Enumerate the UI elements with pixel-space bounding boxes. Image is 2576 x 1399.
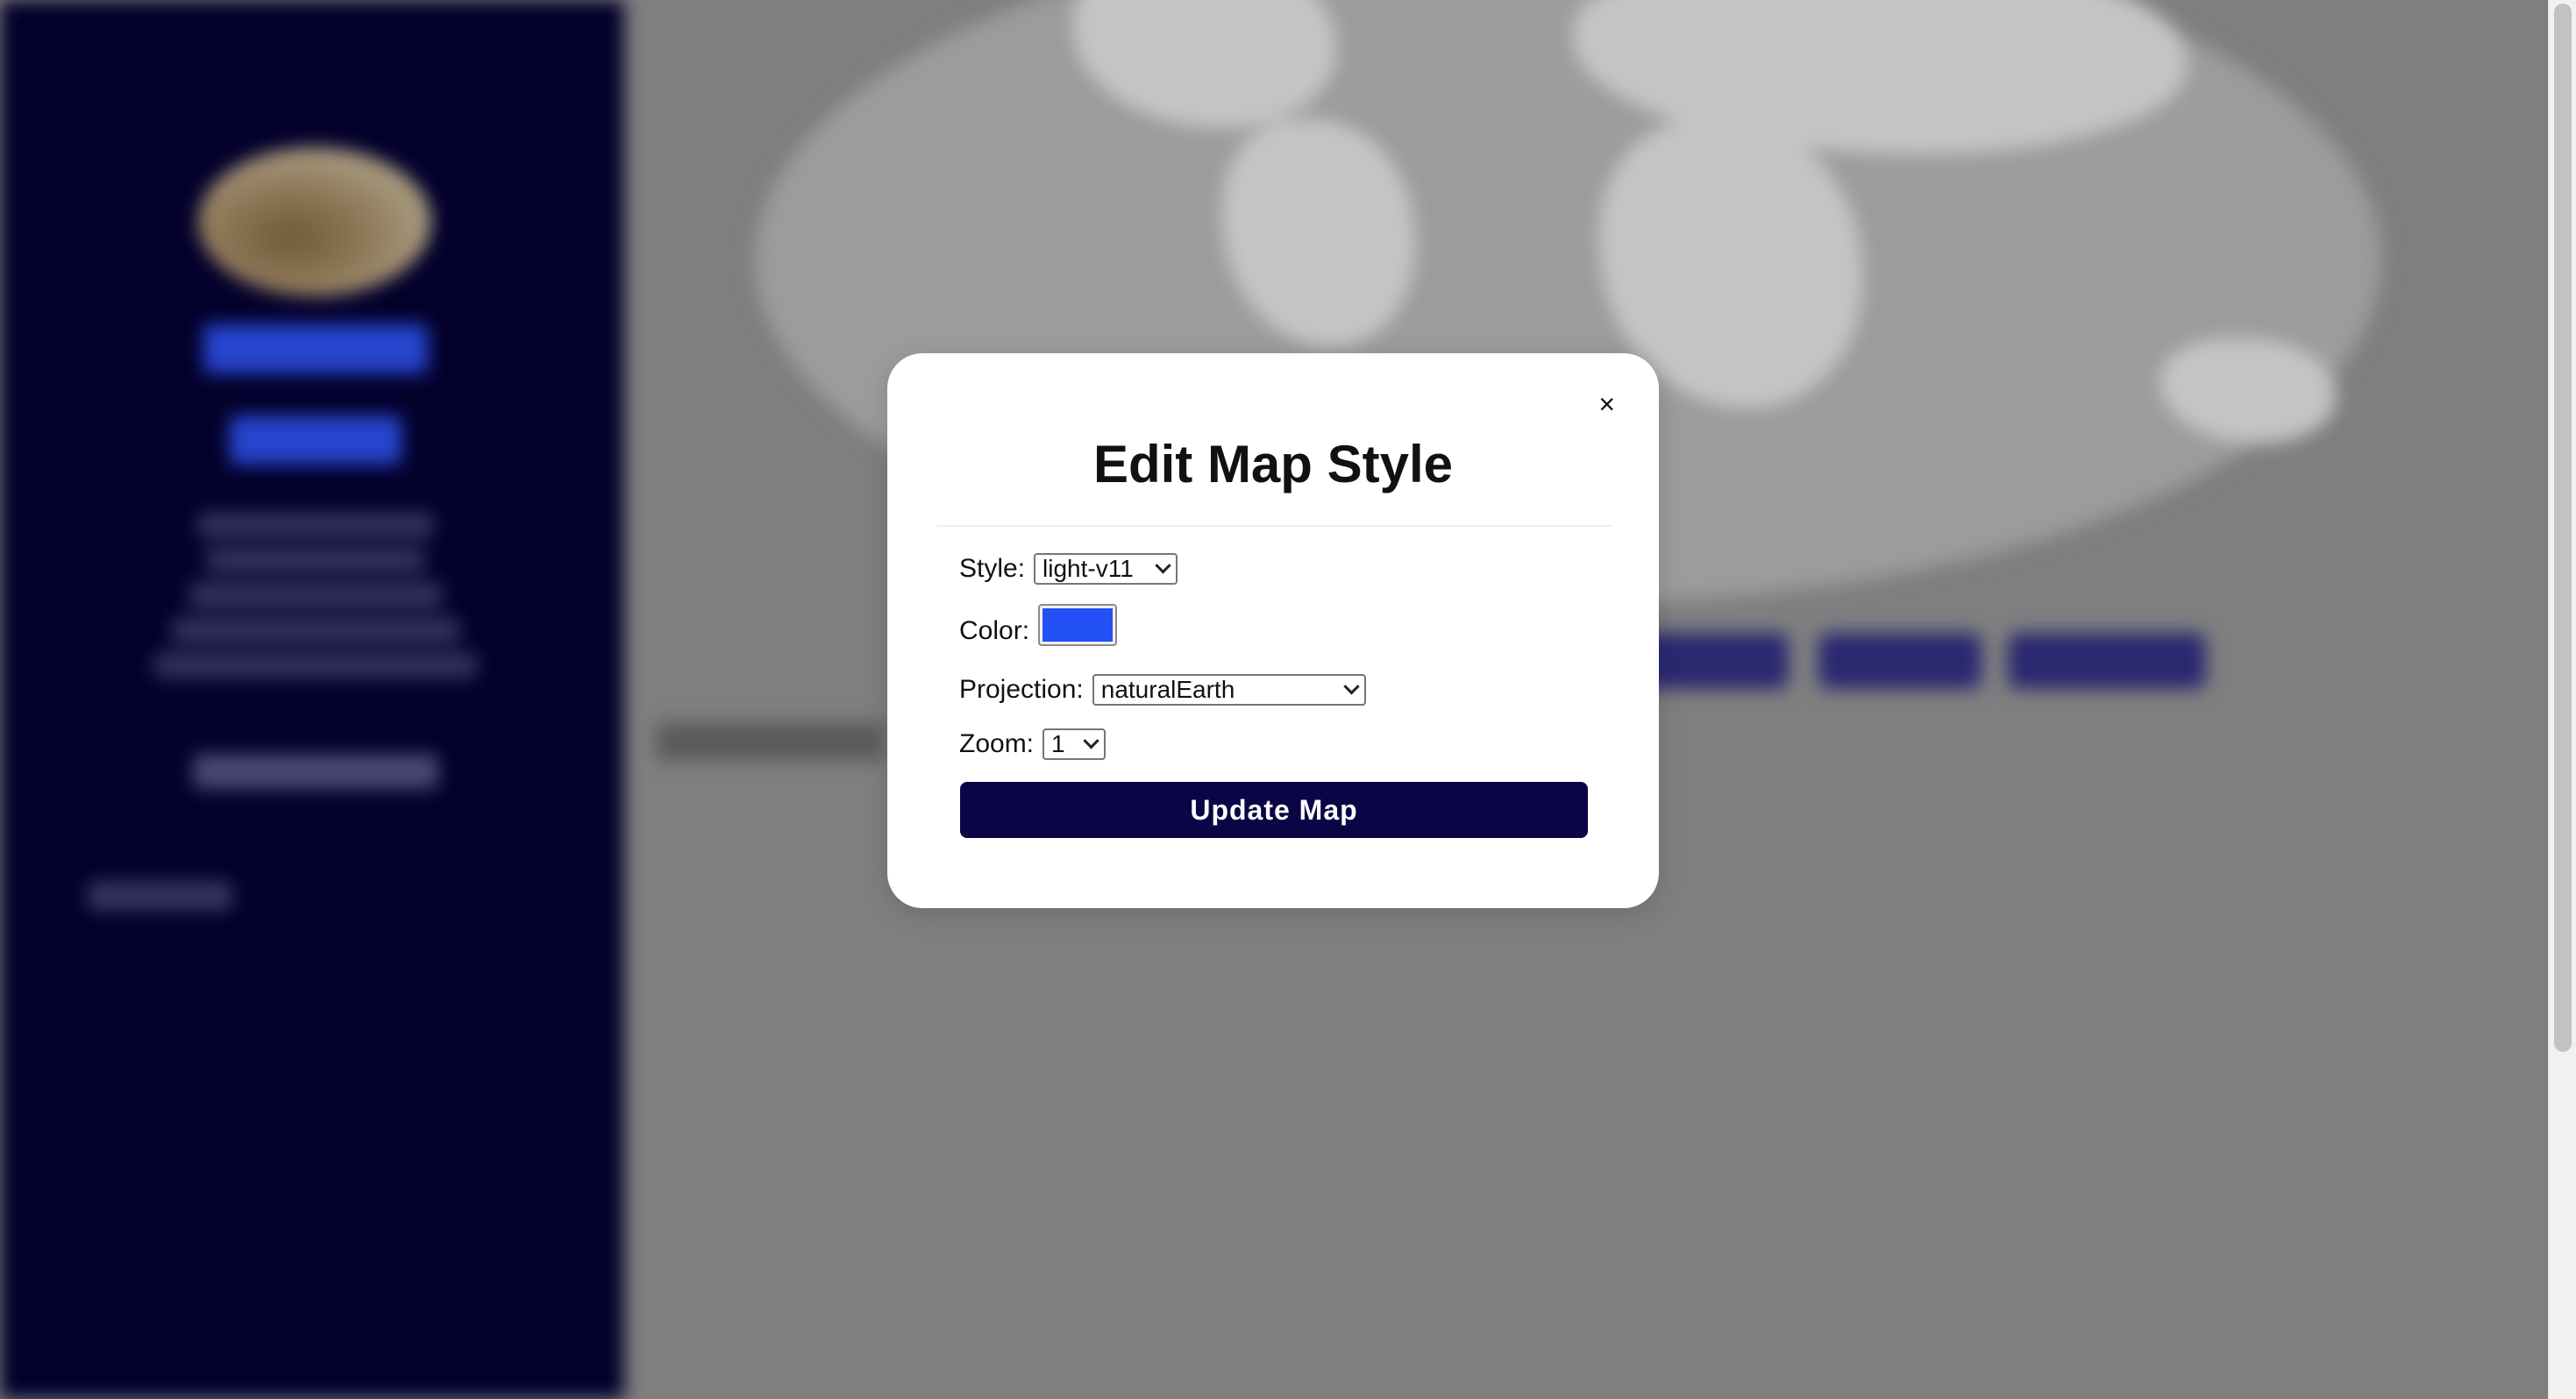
style-row: Style: light-v11 [959,553,1178,585]
zoom-row: Zoom: 1 [959,728,1107,760]
color-label: Color: [959,616,1030,645]
chevron-down-icon [1083,732,1099,749]
projection-select[interactable]: naturalEarth [1092,674,1366,706]
scrollbar[interactable] [2548,0,2576,1399]
zoom-label: Zoom: [959,729,1035,758]
zoom-select-value: 1 [1051,730,1065,757]
style-label: Style: [959,554,1026,583]
color-swatch-fill [1042,608,1114,642]
divider [936,525,1612,527]
chevron-down-icon [1343,678,1360,694]
zoom-select[interactable]: 1 [1042,728,1107,760]
app-root: × Edit Map Style Style: light-v11 Color:… [0,0,2576,1399]
close-icon[interactable]: × [1598,390,1615,418]
scrollbar-thumb[interactable] [2554,4,2572,1052]
style-select[interactable]: light-v11 [1034,553,1178,585]
style-select-value: light-v11 [1042,555,1134,582]
projection-label: Projection: [959,675,1084,704]
projection-row: Projection: naturalEarth [959,674,1366,706]
chevron-down-icon [1155,557,1171,573]
update-map-button[interactable]: Update Map [960,782,1588,838]
edit-map-style-modal: × Edit Map Style Style: light-v11 Color:… [887,353,1659,908]
color-picker[interactable] [1038,604,1118,646]
projection-select-value: naturalEarth [1100,676,1235,703]
modal-title: Edit Map Style [1092,435,1454,494]
color-row: Color: [959,604,1118,646]
